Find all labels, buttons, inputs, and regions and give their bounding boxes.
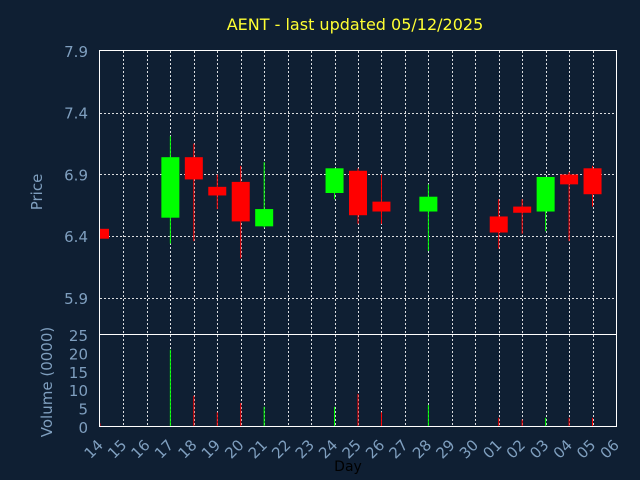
volume-axis-label: Volume (0000) [38,327,56,437]
volume-bars-group [99,349,594,427]
stock-chart: AENT - last updated 05/12/2025 Price Vol… [28,15,623,475]
x-tick-label: 27 [386,436,412,462]
candle-body [255,209,274,227]
price-tick-label: 6.9 [64,166,88,184]
x-tick-label: 01 [479,436,505,462]
candle-body [208,186,227,196]
x-tick-label: 21 [245,436,271,462]
candle-body [100,228,109,239]
x-tick-label: 04 [550,436,576,462]
volume-y-ticks: 2520151050 [69,327,88,437]
volume-tick-label: 10 [69,382,88,400]
x-tick-label: 29 [432,436,458,462]
candle-body [231,181,250,222]
x-tick-label: 03 [526,436,552,462]
x-tick-label: 30 [456,436,482,462]
x-axis-label: Day [334,459,362,475]
x-tick-label: 02 [503,436,529,462]
x-tick-label: 16 [128,436,154,462]
candle-body [513,206,532,213]
x-tick-label: 19 [198,436,224,462]
x-tick-label: 14 [81,436,107,462]
candle-body [349,170,367,216]
x-ticks: 1415161718192021222324252627282930010203… [81,436,623,462]
price-axis-label: Price [28,174,46,211]
x-tick-label: 05 [573,436,599,462]
x-tick-label: 26 [362,436,388,462]
chart-title: AENT - last updated 05/12/2025 [227,15,484,34]
volume-tick-label: 25 [69,327,88,345]
candle-body [325,168,344,193]
x-tick-label: 28 [409,436,435,462]
volume-tick-label: 5 [78,401,88,419]
volume-tick-label: 15 [69,364,88,382]
candle-body [419,196,438,212]
candle-body [536,176,555,212]
candle-body [161,157,180,218]
price-tick-label: 7.4 [64,105,88,123]
candle-body [489,216,508,233]
price-tick-label: 6.4 [64,228,88,246]
x-tick-label: 22 [268,436,294,462]
candles-group [99,136,602,259]
x-tick-label: 18 [174,436,200,462]
price-tick-label: 7.9 [64,43,88,61]
candle-body [372,201,391,212]
x-tick-label: 06 [597,436,623,462]
price-y-ticks: 7.9 7.4 6.9 6.4 5.9 [64,43,88,308]
candle-body [583,168,602,195]
candle-body [560,174,579,185]
volume-tick-label: 0 [78,419,88,437]
volume-tick-label: 20 [69,345,88,363]
candle-body [184,157,203,180]
price-tick-label: 5.9 [64,290,88,308]
x-tick-label: 20 [221,436,247,462]
x-tick-label: 15 [104,436,130,462]
x-tick-label: 23 [292,436,318,462]
x-tick-label: 17 [151,436,177,462]
